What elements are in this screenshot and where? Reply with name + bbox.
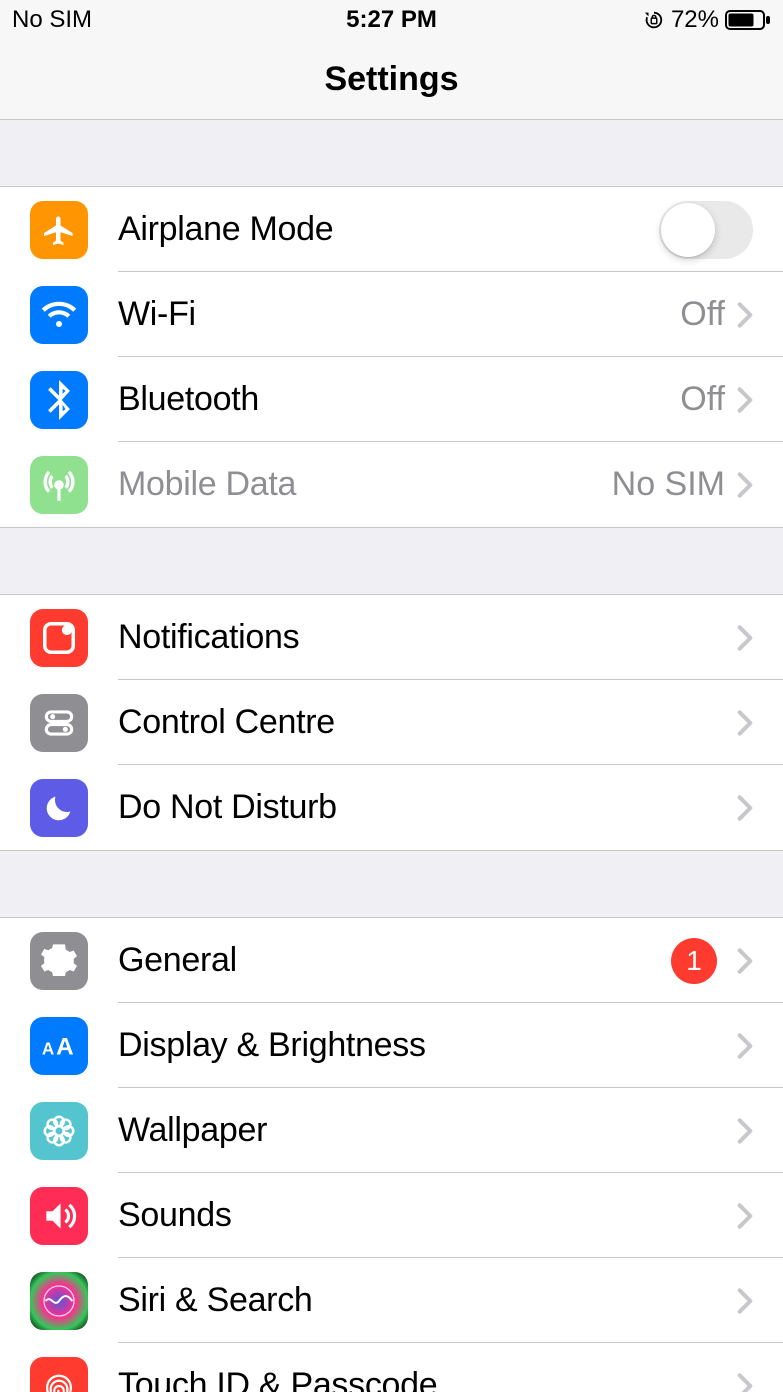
row-control-centre[interactable]: Control Centre xyxy=(0,680,783,765)
control-centre-icon xyxy=(30,694,88,752)
chevron-right-icon xyxy=(737,301,753,329)
airplane-toggle[interactable] xyxy=(659,201,753,259)
chevron-right-icon xyxy=(737,386,753,414)
chevron-right-icon xyxy=(737,471,753,499)
row-display-brightness[interactable]: AA Display & Brightness xyxy=(0,1003,783,1088)
text-size-icon: AA xyxy=(30,1017,88,1075)
row-label: Mobile Data xyxy=(118,465,612,504)
settings-group-alerts: Notifications Control Centre Do Not Dist… xyxy=(0,594,783,851)
chevron-right-icon xyxy=(737,1287,753,1315)
battery-percent: 72% xyxy=(671,6,719,34)
chevron-right-icon xyxy=(737,1202,753,1230)
antenna-icon xyxy=(30,456,88,514)
row-label: Wi-Fi xyxy=(118,295,680,334)
row-label: Display & Brightness xyxy=(118,1026,737,1065)
svg-text:A: A xyxy=(56,1033,74,1060)
status-bar: No SIM 5:27 PM 72% xyxy=(0,0,783,40)
row-airplane-mode[interactable]: Airplane Mode xyxy=(0,187,783,272)
battery-icon xyxy=(725,9,771,31)
row-label: Siri & Search xyxy=(118,1281,737,1320)
group-gap xyxy=(0,528,783,594)
row-value: Off xyxy=(680,380,725,419)
nav-bar: Settings xyxy=(0,40,783,120)
airplane-icon xyxy=(30,201,88,259)
chevron-right-icon xyxy=(737,947,753,975)
flower-icon xyxy=(30,1102,88,1160)
group-gap xyxy=(0,120,783,186)
bluetooth-icon xyxy=(30,371,88,429)
row-label: Touch ID & Passcode xyxy=(118,1366,737,1392)
row-label: Control Centre xyxy=(118,703,737,742)
chevron-right-icon xyxy=(737,624,753,652)
notification-badge: 1 xyxy=(671,938,717,984)
fingerprint-icon xyxy=(30,1357,88,1392)
moon-icon xyxy=(30,779,88,837)
row-label: Bluetooth xyxy=(118,380,680,419)
page-title: Settings xyxy=(324,60,458,99)
row-wifi[interactable]: Wi-Fi Off xyxy=(0,272,783,357)
row-general[interactable]: General 1 xyxy=(0,918,783,1003)
row-do-not-disturb[interactable]: Do Not Disturb xyxy=(0,765,783,850)
row-bluetooth[interactable]: Bluetooth Off xyxy=(0,357,783,442)
row-label: Do Not Disturb xyxy=(118,788,737,827)
row-touch-id-passcode[interactable]: Touch ID & Passcode xyxy=(0,1343,783,1392)
row-label: Notifications xyxy=(118,618,737,657)
chevron-right-icon xyxy=(737,1117,753,1145)
settings-group-device: General 1 AA Display & Brightness Wallpa… xyxy=(0,917,783,1392)
row-wallpaper[interactable]: Wallpaper xyxy=(0,1088,783,1173)
row-sounds[interactable]: Sounds xyxy=(0,1173,783,1258)
settings-group-connectivity: Airplane Mode Wi-Fi Off Bluetooth Off Mo… xyxy=(0,186,783,528)
row-siri-search[interactable]: Siri & Search xyxy=(0,1258,783,1343)
svg-text:A: A xyxy=(42,1038,54,1058)
row-label: Sounds xyxy=(118,1196,737,1235)
row-label: General xyxy=(118,941,671,980)
chevron-right-icon xyxy=(737,709,753,737)
row-mobile-data[interactable]: Mobile Data No SIM xyxy=(0,442,783,527)
row-value: No SIM xyxy=(612,465,725,504)
orientation-lock-icon xyxy=(643,9,665,31)
siri-icon xyxy=(30,1272,88,1330)
gear-icon xyxy=(30,932,88,990)
chevron-right-icon xyxy=(737,1372,753,1392)
chevron-right-icon xyxy=(737,794,753,822)
carrier-label: No SIM xyxy=(12,6,92,34)
row-label: Airplane Mode xyxy=(118,210,659,249)
speaker-icon xyxy=(30,1187,88,1245)
row-label: Wallpaper xyxy=(118,1111,737,1150)
row-value: Off xyxy=(680,295,725,334)
group-gap xyxy=(0,851,783,917)
chevron-right-icon xyxy=(737,1032,753,1060)
row-notifications[interactable]: Notifications xyxy=(0,595,783,680)
notifications-icon xyxy=(30,609,88,667)
wifi-icon xyxy=(30,286,88,344)
clock: 5:27 PM xyxy=(346,6,437,34)
